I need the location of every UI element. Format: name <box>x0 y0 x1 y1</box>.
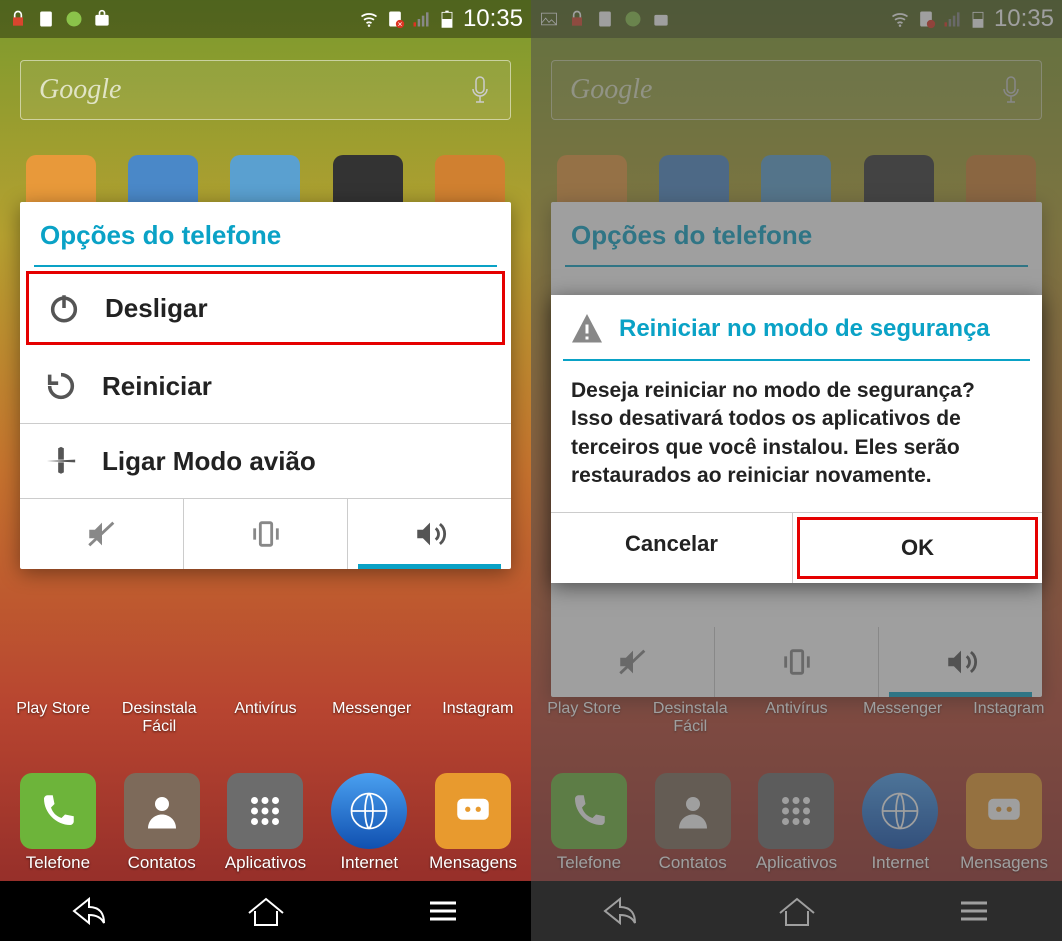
globe-icon <box>348 790 390 832</box>
screen-right: 10:35 Google Opções do telefone Reinicia… <box>531 0 1062 941</box>
sound-mode-row <box>20 499 511 569</box>
search-bar[interactable]: Google <box>20 60 511 120</box>
confirm-body: Deseja reiniciar no modo de segurança? I… <box>551 361 1042 512</box>
sound-mute[interactable] <box>20 499 184 569</box>
power-icon <box>47 291 81 325</box>
mute-icon <box>82 517 122 551</box>
home-icon[interactable] <box>241 891 291 931</box>
lock-icon <box>8 9 28 29</box>
vibrate-icon <box>246 517 286 551</box>
bag-icon <box>92 9 112 29</box>
ok-button[interactable]: OK <box>797 517 1038 579</box>
confirm-title: Reiniciar no modo de segurança <box>619 315 990 343</box>
option-label: Reiniciar <box>102 371 212 402</box>
back-icon[interactable] <box>64 891 114 931</box>
sound-vibrate[interactable] <box>184 499 348 569</box>
contact-icon <box>141 790 183 832</box>
dock-internet[interactable]: Internet <box>321 773 417 873</box>
dock-messages[interactable]: Mensagens <box>425 773 521 873</box>
option-label: Desligar <box>105 293 208 324</box>
wifi-icon <box>359 9 379 29</box>
svg-text:✕: ✕ <box>397 22 403 29</box>
nosim-icon: ✕ <box>385 9 405 29</box>
android-icon <box>64 9 84 29</box>
dock: Telefone Contatos Aplicativos Internet M… <box>0 773 531 873</box>
phone-icon <box>37 790 79 832</box>
msg-icon <box>452 790 494 832</box>
dock-phone[interactable]: Telefone <box>10 773 106 873</box>
dock-contacts[interactable]: Contatos <box>114 773 210 873</box>
warning-icon <box>569 311 605 347</box>
speaker-icon <box>410 517 450 551</box>
clock-text: 10:35 <box>463 5 523 33</box>
menu-icon[interactable] <box>418 891 468 931</box>
status-bar: ✕ 10:35 <box>0 0 531 38</box>
option-label: Ligar Modo avião <box>102 446 316 477</box>
option-power-off[interactable]: Desligar <box>26 271 505 345</box>
grid-icon <box>244 790 286 832</box>
sim-icon <box>36 9 56 29</box>
option-restart[interactable]: Reiniciar <box>20 349 511 424</box>
safe-mode-confirm-dialog: Reiniciar no modo de segurança Deseja re… <box>551 295 1042 583</box>
signal-icon <box>411 9 431 29</box>
option-airplane[interactable]: Ligar Modo avião <box>20 424 511 499</box>
search-placeholder: Google <box>39 74 121 106</box>
nav-bar <box>0 881 531 941</box>
cancel-button[interactable]: Cancelar <box>551 513 793 583</box>
dock-apps[interactable]: Aplicativos <box>217 773 313 873</box>
power-menu-dialog: Opções do telefone Desligar Reiniciar Li… <box>20 202 511 569</box>
airplane-icon <box>44 444 78 478</box>
dialog-title: Opções do telefone <box>20 202 511 265</box>
battery-icon <box>437 9 457 29</box>
restart-icon <box>44 369 78 403</box>
mic-icon[interactable] <box>468 75 492 105</box>
sound-on[interactable] <box>348 499 511 569</box>
mid-app-labels: Play Store Desinstala Fácil Antivírus Me… <box>0 700 531 736</box>
screen-left: ✕ 10:35 Google Opções do telefone Deslig… <box>0 0 531 941</box>
